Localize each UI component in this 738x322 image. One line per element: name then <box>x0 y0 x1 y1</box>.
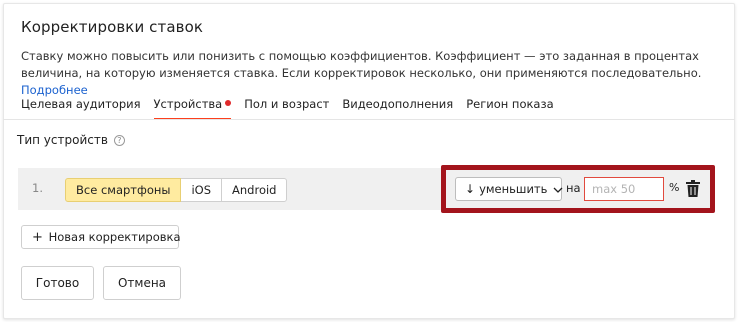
description-text: Ставку можно повысить или понизить с пом… <box>21 49 702 80</box>
row-number: 1. <box>32 181 43 195</box>
tabs-divider <box>3 119 735 120</box>
tab-label: Регион показа <box>466 97 554 111</box>
device-selector: Все смартфоны iOS Android <box>65 178 288 202</box>
tab-target-audience[interactable]: Целевая аудитория <box>21 94 141 120</box>
percent-sign: % <box>669 181 680 194</box>
panel-title: Корректировки ставок <box>21 18 204 36</box>
tab-video-extensions[interactable]: Видеодополнения <box>342 94 453 120</box>
tab-gender-age[interactable]: Пол и возраст <box>244 94 329 120</box>
trash-icon[interactable] <box>686 180 700 197</box>
panel-description: Ставку можно повысить или понизить с пом… <box>21 48 711 99</box>
direction-label: уменьшить <box>479 182 548 196</box>
add-adjustment-button[interactable]: + Новая корректировка <box>21 225 181 249</box>
cancel-button[interactable]: Отмена <box>103 266 181 300</box>
device-type-label: Тип устройств <box>17 133 108 147</box>
device-type-heading: Тип устройств ? <box>17 133 125 147</box>
connector-label: на <box>566 181 581 195</box>
direction-dropdown[interactable]: ↓ уменьшить <box>455 177 563 201</box>
question-circle-icon[interactable]: ? <box>113 134 125 146</box>
done-button[interactable]: Готово <box>21 266 94 300</box>
plus-icon: + <box>32 230 43 245</box>
tab-region[interactable]: Регион показа <box>466 94 553 120</box>
tab-label: Целевая аудитория <box>21 97 141 111</box>
arrow-down-icon: ↓ <box>465 182 476 196</box>
chevron-down-icon <box>553 178 563 200</box>
tab-devices[interactable]: Устройства <box>153 94 232 120</box>
adjustment-tabs: Целевая аудитория Устройства Пол и возра… <box>21 94 567 120</box>
add-adjustment-label: Новая корректировка <box>48 230 181 244</box>
device-option-android[interactable]: Android <box>221 178 288 202</box>
tab-label: Устройства <box>153 97 223 111</box>
device-option-ios[interactable]: iOS <box>180 178 223 202</box>
device-option-all-smartphones[interactable]: Все смартфоны <box>65 178 182 202</box>
changes-indicator-dot <box>225 100 232 106</box>
percent-input[interactable] <box>584 177 664 201</box>
tab-label: Пол и возраст <box>244 97 330 111</box>
tab-label: Видеодополнения <box>342 97 454 111</box>
